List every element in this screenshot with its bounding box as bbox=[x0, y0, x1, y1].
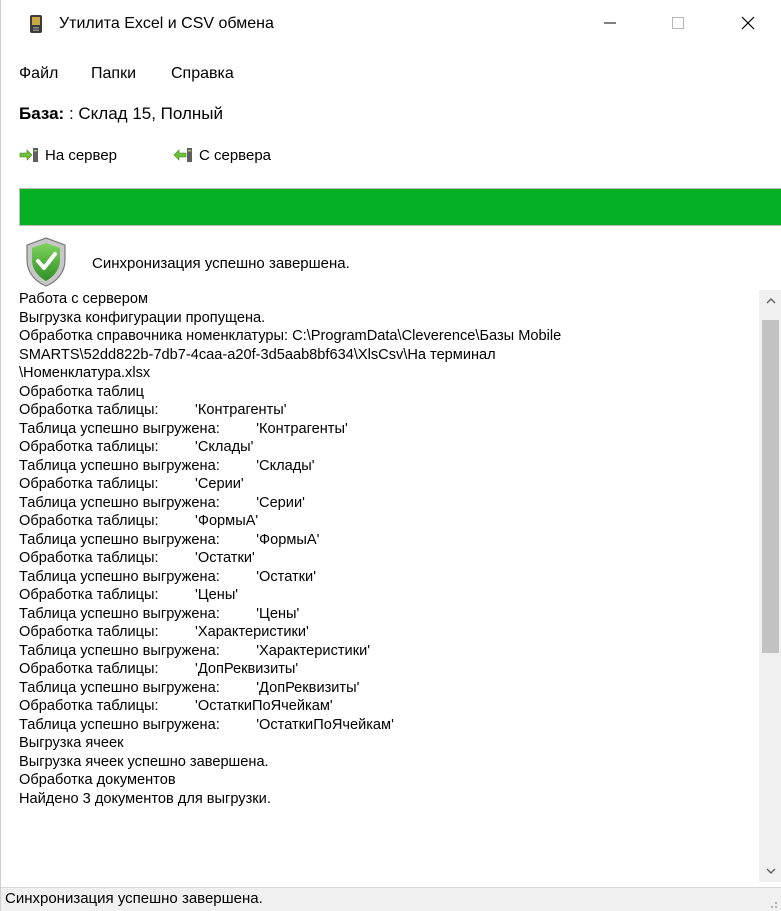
close-icon bbox=[741, 16, 755, 30]
log-line: Таблица успешно выгружена: 'Остатки' bbox=[19, 568, 316, 585]
from-server-button[interactable]: С сервера bbox=[173, 143, 271, 167]
log-line: SMARTS\52dd822b-7db7-4caa-a20f-3d5aab8bf… bbox=[19, 346, 496, 363]
log-line: Обработка таблицы: 'Остатки' bbox=[19, 550, 255, 566]
window-title: Утилита Excel и CSV обмена bbox=[59, 15, 274, 32]
scroll-up-button[interactable] bbox=[759, 290, 781, 312]
maximize-button[interactable] bbox=[649, 0, 707, 46]
log-line: Таблица успешно выгружена: 'ДопРеквизиты… bbox=[19, 679, 360, 696]
toolbar: На сервер С сервера bbox=[1, 143, 781, 167]
status-bar: Синхронизация успешно завершена. bbox=[1, 887, 781, 911]
log-output[interactable]: Работа с сервером Выгрузка конфигурации п… bbox=[19, 290, 759, 882]
chevron-down-icon bbox=[766, 868, 775, 874]
log-line: Таблица успешно выгружена: 'ОстаткиПоЯче… bbox=[19, 716, 394, 733]
menu-file[interactable]: Файл bbox=[19, 62, 58, 86]
arrow-right-to-server-icon bbox=[19, 148, 38, 162]
log-line: Обработка таблицы: 'ОстаткиПоЯчейкам' bbox=[19, 698, 333, 714]
app-window: Утилита Excel и CSV обмена Файл Папки Сп… bbox=[0, 0, 781, 911]
maximize-icon bbox=[672, 17, 684, 29]
log-line: Таблица успешно выгружена: 'Склады' bbox=[19, 457, 315, 474]
status-bar-text: Синхронизация успешно завершена. bbox=[5, 890, 263, 907]
database-value: : Склад 15, Полный bbox=[64, 104, 224, 123]
log-line: Обработка документов bbox=[19, 772, 176, 788]
menu-bar: Файл Папки Справка bbox=[1, 62, 781, 86]
scroll-down-button[interactable] bbox=[759, 860, 781, 882]
shield-check-icon bbox=[26, 237, 66, 287]
resize-grip-icon[interactable] bbox=[766, 897, 778, 909]
menu-help[interactable]: Справка bbox=[171, 62, 234, 86]
log-line: Найдено 3 документов для выгрузки. bbox=[19, 790, 271, 807]
progress-fill bbox=[20, 189, 781, 225]
log-line: Обработка таблицы: 'Склады' bbox=[19, 439, 254, 455]
database-info: База: : Склад 15, Полный bbox=[19, 102, 223, 126]
log-line: Работа с сервером bbox=[19, 291, 149, 307]
title-bar[interactable]: Утилита Excel и CSV обмена bbox=[1, 0, 781, 46]
chevron-up-icon bbox=[766, 298, 775, 304]
to-server-label: На сервер bbox=[45, 146, 118, 164]
log-line: Таблица успешно выгружена: 'ФормыА' bbox=[19, 531, 320, 548]
log-line: Обработка таблиц bbox=[19, 383, 145, 400]
progress-bar bbox=[19, 188, 781, 226]
log-line: Обработка таблицы: 'Серии' bbox=[19, 476, 244, 492]
device-icon bbox=[30, 15, 42, 33]
scroll-thumb[interactable] bbox=[762, 320, 779, 653]
log-line: Выгрузка конфигурации пропущена. bbox=[19, 309, 266, 326]
log-line: \Номенклатура.xlsx bbox=[19, 365, 151, 381]
log-line: Таблица успешно выгружена: 'Контрагенты' bbox=[19, 420, 348, 437]
menu-folders[interactable]: Папки bbox=[91, 62, 136, 86]
from-server-label: С сервера bbox=[199, 146, 272, 164]
log-line: Обработка таблицы: 'ДопРеквизиты' bbox=[19, 661, 299, 677]
log-line: Обработка таблицы: 'Характеристики' bbox=[19, 624, 309, 640]
log-line: Выгрузка ячеек bbox=[19, 735, 124, 751]
arrow-left-from-server-icon bbox=[173, 148, 192, 162]
status-message: Синхронизация успешно завершена. bbox=[92, 255, 350, 272]
to-server-button[interactable]: На сервер bbox=[19, 143, 117, 167]
log-line: Таблица успешно выгружена: 'Цены' bbox=[19, 605, 300, 622]
log-line: Выгрузка ячеек успешно завершена. bbox=[19, 753, 269, 770]
log-line: Обработка таблицы: 'Цены' bbox=[19, 587, 239, 603]
minimize-icon bbox=[604, 22, 616, 24]
log-line: Таблица успешно выгружена: 'Серии' bbox=[19, 494, 305, 511]
log-line: Таблица успешно выгружена: 'Характеристи… bbox=[19, 642, 371, 659]
log-line: Обработка таблицы: 'Контрагенты' bbox=[19, 402, 287, 418]
log-scrollbar[interactable] bbox=[759, 290, 781, 882]
close-button[interactable] bbox=[719, 0, 777, 46]
log-line: Обработка справочника номенклатуры: C:\P… bbox=[19, 328, 562, 344]
minimize-button[interactable] bbox=[581, 0, 639, 46]
database-label: База: bbox=[19, 104, 65, 123]
log-line: Обработка таблицы: 'ФормыА' bbox=[19, 513, 259, 529]
